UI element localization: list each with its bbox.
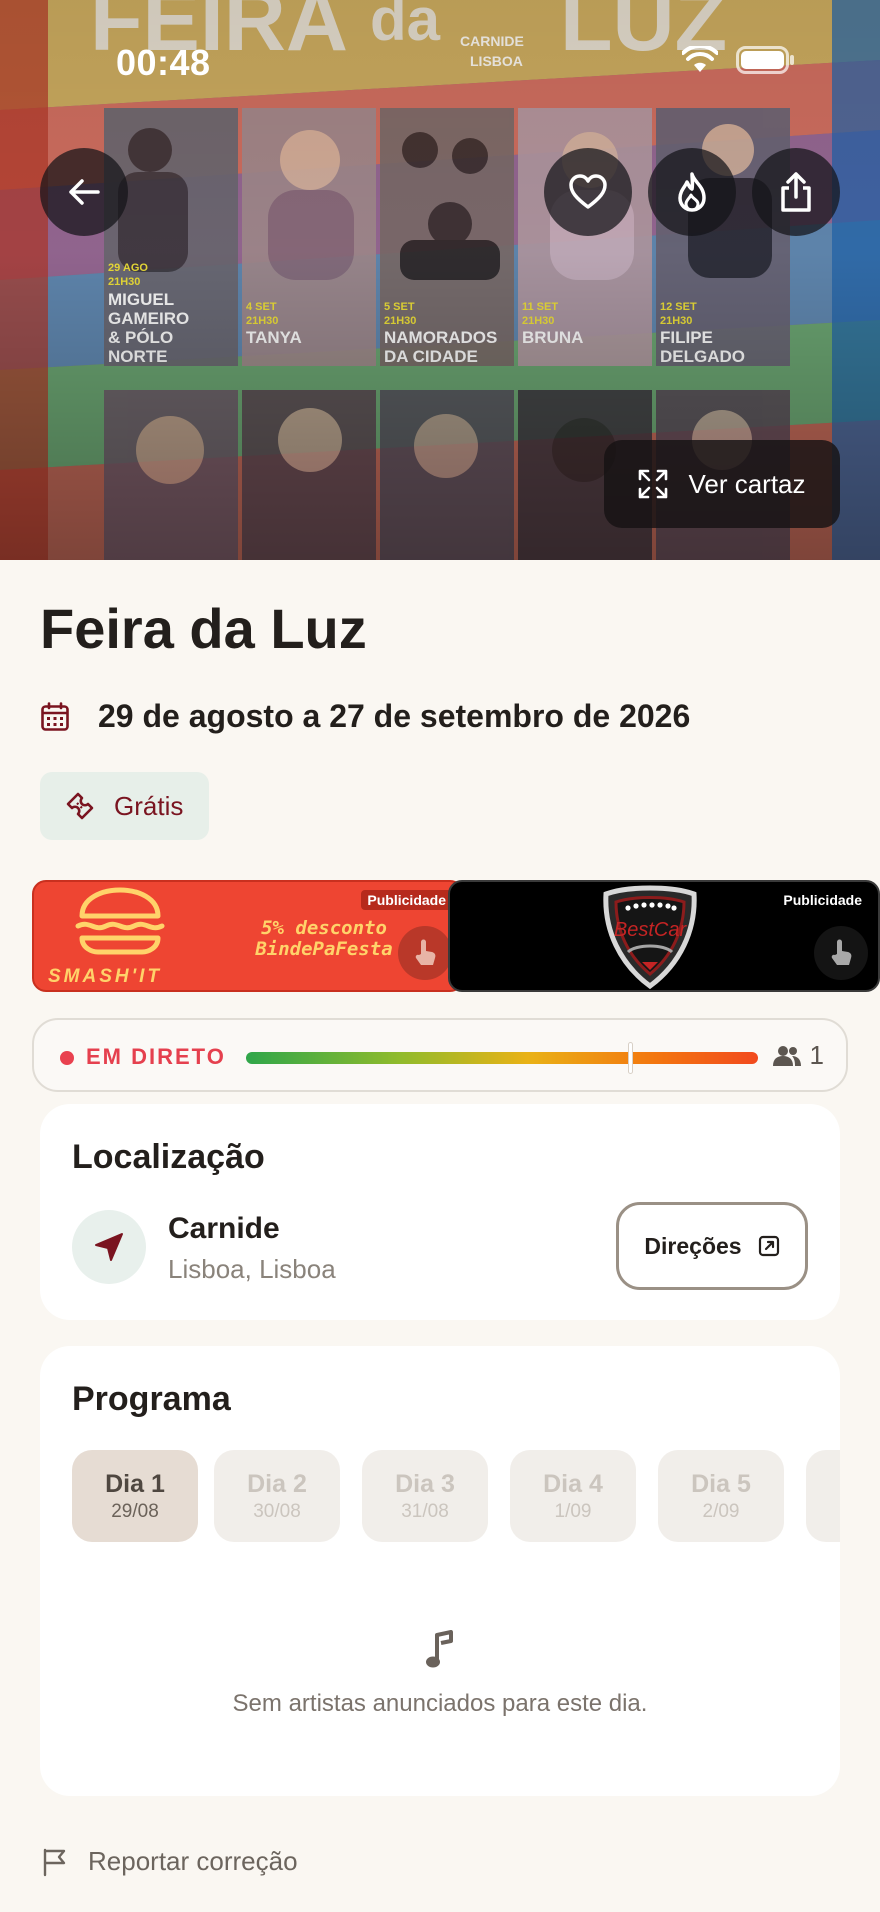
attendee-count: 1 [772, 1040, 824, 1071]
status-bar: 00:48 [0, 0, 880, 120]
location-name: Carnide [168, 1212, 280, 1245]
tap-hint [398, 926, 452, 980]
users-icon [772, 1045, 801, 1066]
burger-logo-icon [75, 887, 165, 955]
attendee-count-value: 1 [809, 1040, 824, 1070]
tap-hint [814, 926, 868, 980]
report-label: Reportar correção [88, 1846, 298, 1876]
empty-program-message: Sem artistas anunciados para este dia. [232, 1690, 648, 1717]
favorite-button[interactable] [544, 148, 632, 236]
ad-banner-bestcar[interactable]: Publicidade BestCar [448, 880, 880, 992]
status-time: 00:48 [116, 42, 211, 83]
location-region: Lisboa, Lisboa [168, 1254, 336, 1284]
calendar-icon [41, 701, 69, 731]
price-badge: Grátis [40, 772, 210, 840]
share-icon [781, 172, 811, 212]
program-heading: Programa [72, 1380, 231, 1418]
battery-icon [736, 46, 794, 74]
date-range: 29 de agosto a 27 de setembro de 2026 [98, 698, 691, 734]
event-title: Feira da Luz [40, 597, 367, 660]
day-tab-next-partial[interactable] [806, 1450, 840, 1542]
day-date: 2/09 [702, 1500, 740, 1522]
crowd-level-marker [628, 1042, 633, 1074]
external-link-icon [758, 1235, 779, 1257]
hand-pointer-icon [831, 939, 852, 965]
location-card: Localização Carnide Lisboa, Lisboa Direç… [40, 1104, 840, 1320]
ad-brand: SMASH'IT [48, 966, 163, 987]
music-note-icon [426, 1630, 453, 1668]
ad-banner-smashit[interactable]: Publicidade SMASH'IT 5% desconto BindePa… [32, 880, 464, 992]
back-button[interactable] [40, 148, 128, 236]
flame-icon [678, 172, 706, 212]
day-tab-2[interactable]: Dia 2 30/08 [214, 1450, 340, 1542]
crowd-level-bar [246, 1042, 758, 1074]
day-label: Dia 3 [395, 1469, 455, 1498]
day-date: 31/08 [401, 1500, 449, 1522]
day-label: Dia 2 [247, 1469, 307, 1498]
live-label: EM DIRETO [86, 1044, 226, 1069]
status-icons [682, 46, 796, 74]
day-date: 30/08 [253, 1500, 301, 1522]
day-date: 1/09 [554, 1500, 592, 1522]
day-tab-1[interactable]: Dia 1 29/08 [72, 1450, 198, 1542]
ad-promo-text: 5% desconto BindePaFesta [255, 917, 393, 960]
day-label: Dia 1 [105, 1469, 165, 1498]
day-selector: Dia 1 29/08 Dia 2 30/08 Dia 3 31/08 Dia … [72, 1450, 840, 1546]
arrow-left-icon [69, 179, 100, 205]
program-card: Programa Dia 1 29/08 Dia 2 30/08 Dia 3 3… [40, 1346, 840, 1796]
directions-button[interactable]: Direções [616, 1202, 808, 1290]
bestcar-logo-text: BestCar [614, 919, 688, 941]
day-label: Dia 5 [691, 1469, 751, 1498]
directions-label: Direções [644, 1232, 742, 1259]
ad-tag: Publicidade [783, 892, 862, 908]
live-dot [60, 1051, 74, 1065]
view-poster-label: Ver cartaz [688, 468, 806, 499]
price-label: Grátis [114, 790, 184, 821]
hand-pointer-icon [415, 939, 436, 965]
report-correction-link[interactable]: Reportar correção [42, 1846, 298, 1877]
location-icon-wrap [72, 1210, 146, 1284]
hero-poster: 29 AGO 21H30 MIGUEL GAMEIRO & PÓLO NORTE… [0, 0, 880, 560]
hot-button[interactable] [648, 148, 736, 236]
day-date: 29/08 [111, 1500, 159, 1522]
live-indicator[interactable]: EM DIRETO 1 [32, 1018, 848, 1092]
day-tab-4[interactable]: Dia 4 1/09 [510, 1450, 636, 1542]
wifi-icon [682, 46, 718, 72]
navigation-arrow-icon [95, 1233, 123, 1261]
view-poster-button[interactable]: Ver cartaz [604, 440, 840, 528]
event-date: 29 de agosto a 27 de setembro de 2026 [40, 698, 690, 735]
location-heading: Localização [72, 1138, 265, 1176]
ad-tag: Publicidade [361, 890, 452, 910]
ticket-icon [66, 792, 94, 820]
day-tab-3[interactable]: Dia 3 31/08 [362, 1450, 488, 1542]
bestcar-logo: BestCar [603, 885, 697, 990]
flag-icon [43, 1848, 66, 1876]
heart-icon [569, 174, 607, 209]
share-button[interactable] [752, 148, 840, 236]
expand-icon [639, 469, 668, 499]
day-label: Dia 4 [543, 1469, 603, 1498]
day-tab-5[interactable]: Dia 5 2/09 [658, 1450, 784, 1542]
